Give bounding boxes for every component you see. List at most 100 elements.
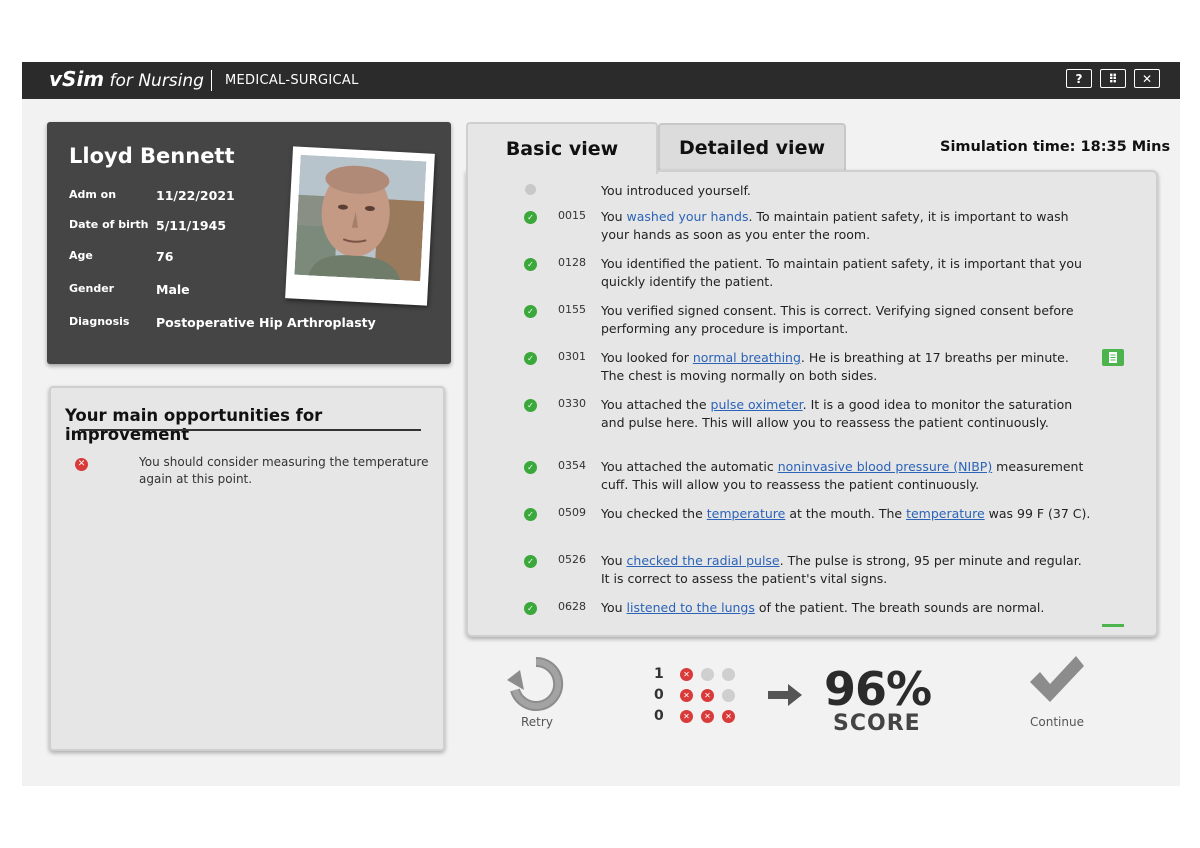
field-label-gender: Gender <box>69 282 115 295</box>
log-text: You checked the radial pulse. The pulse … <box>601 552 1091 588</box>
help-button[interactable]: ? <box>1066 69 1092 88</box>
log-text-part: You introduced yourself. <box>601 183 751 198</box>
checkmark-icon <box>1030 656 1084 702</box>
log-link[interactable]: checked the radial pulse <box>627 553 780 568</box>
log-text-part: You verified signed consent. This is cor… <box>601 303 1074 336</box>
log-link[interactable]: normal breathing <box>693 350 801 365</box>
log-time: 0301 <box>558 350 586 363</box>
retry-button[interactable] <box>506 656 566 715</box>
error-dot-icon: ✕ <box>680 710 693 723</box>
arrow-right-icon <box>768 684 802 706</box>
log-time: 0354 <box>558 459 586 472</box>
section-title: MEDICAL-SURGICAL <box>225 73 359 88</box>
activity-log[interactable]: You introduced yourself. ✓ 0015 You washed … <box>466 170 1158 637</box>
improvement-item: You should consider measuring the temper… <box>139 455 429 486</box>
field-label-dob: Date of birth <box>69 218 149 231</box>
field-label-diagnosis: Diagnosis <box>69 315 130 328</box>
fullscreen-icon: ⠿ <box>1108 71 1118 86</box>
log-time: 0330 <box>558 397 586 410</box>
log-text: You checked the temperature at the mouth… <box>601 505 1091 523</box>
log-text: You attached the automatic noninvasive b… <box>601 458 1091 494</box>
fullscreen-button[interactable]: ⠿ <box>1100 69 1126 88</box>
close-button[interactable]: ✕ <box>1134 69 1160 88</box>
app-window: vSim for Nursing MEDICAL-SURGICAL ? ⠿ ✕ … <box>22 62 1180 786</box>
result-count: 0 <box>654 708 664 724</box>
error-dot-icon: ✕ <box>680 689 693 702</box>
log-link[interactable]: washed your hands <box>627 209 749 224</box>
log-time: 0155 <box>558 303 586 316</box>
log-text: You washed your hands. To maintain patie… <box>601 208 1091 244</box>
log-text-part: You checked the <box>601 506 707 521</box>
check-circle-icon: ✓ <box>524 508 537 521</box>
empty-dot-icon <box>722 668 735 681</box>
log-link[interactable]: noninvasive blood pressure (NIBP) <box>778 459 992 474</box>
log-time: 0015 <box>558 209 586 222</box>
log-time: 0526 <box>558 553 586 566</box>
log-link[interactable]: temperature <box>707 506 786 521</box>
error-dot-icon: ✕ <box>701 689 714 702</box>
simulation-time: Simulation time: 18:35 Mins <box>940 139 1171 155</box>
log-link[interactable]: pulse oximeter <box>711 397 803 412</box>
patient-card: Lloyd Bennett Adm on 11/22/2021 Date of … <box>47 122 451 364</box>
result-count: 1 <box>654 666 664 682</box>
error-dot-icon: ✕ <box>680 668 693 681</box>
continue-label[interactable]: Continue <box>1030 715 1084 729</box>
patient-photo <box>285 146 435 306</box>
close-icon: ✕ <box>1141 71 1153 86</box>
result-count: 0 <box>654 687 664 703</box>
app-logo: vSim for Nursing <box>49 67 204 91</box>
improvement-panel: Your main opportunities for improvement … <box>49 386 445 751</box>
log-text: You attached the pulse oximeter. It is a… <box>601 396 1091 432</box>
log-text-part: You looked for <box>601 350 693 365</box>
field-value-gender: Male <box>156 282 190 297</box>
log-text-part: You <box>601 209 627 224</box>
check-circle-icon: ✓ <box>524 211 537 224</box>
log-text: You listened to the lungs of the patient… <box>601 599 1091 617</box>
scroll-indicator[interactable] <box>1102 624 1124 627</box>
continue-button[interactable] <box>1028 656 1086 707</box>
error-icon: ✕ <box>75 458 88 471</box>
check-circle-icon: ✓ <box>524 399 537 412</box>
help-icon: ? <box>1075 71 1083 86</box>
empty-dot-icon <box>701 668 714 681</box>
log-text-part: You attached the <box>601 397 711 412</box>
retry-label[interactable]: Retry <box>521 715 553 729</box>
title-underline <box>79 429 421 431</box>
log-time: 0509 <box>558 506 586 519</box>
field-value-dob: 5/11/1945 <box>156 218 227 233</box>
score-label: SCORE <box>833 711 921 736</box>
check-circle-icon: ✓ <box>524 352 537 365</box>
log-text: You introduced yourself. <box>601 182 1091 200</box>
log-text-part: at the mouth. The <box>785 506 907 521</box>
top-bar: vSim for Nursing MEDICAL-SURGICAL ? ⠿ ✕ <box>22 62 1180 99</box>
log-text: You verified signed consent. This is cor… <box>601 302 1091 338</box>
log-link[interactable]: temperature <box>906 506 985 521</box>
check-circle-icon: ✓ <box>524 555 537 568</box>
log-time: 0128 <box>558 256 586 269</box>
log-text: You looked for normal breathing. He is b… <box>601 349 1091 385</box>
error-dot-icon: ✕ <box>701 710 714 723</box>
log-link[interactable]: listened to the lungs <box>627 600 755 615</box>
check-circle-icon: ✓ <box>524 258 537 271</box>
field-value-diagnosis: Postoperative Hip Arthroplasty <box>156 315 376 330</box>
log-text-part: You <box>601 600 627 615</box>
log-time: 0628 <box>558 600 586 613</box>
check-circle-icon: ✓ <box>524 305 537 318</box>
tab-detailed-view[interactable]: Detailed view <box>658 123 846 171</box>
neutral-dot-icon <box>525 184 536 195</box>
brand-divider <box>211 70 212 91</box>
check-circle-icon: ✓ <box>524 461 537 474</box>
field-value-age: 76 <box>156 249 174 264</box>
log-text-part: was 99 F (37 C). <box>984 506 1091 521</box>
log-text: You identified the patient. To maintain … <box>601 255 1091 291</box>
score-value: 96% <box>824 662 932 716</box>
error-dot-icon: ✕ <box>722 710 735 723</box>
log-text-part: of the patient. The breath sounds are no… <box>754 600 1045 615</box>
log-text-part: You <box>601 553 627 568</box>
improvement-title: Your main opportunities for improvement <box>65 406 323 444</box>
note-icon[interactable] <box>1102 349 1124 366</box>
patient-name: Lloyd Bennett <box>69 144 235 168</box>
tab-basic-view[interactable]: Basic view <box>466 122 658 174</box>
log-text-part: You attached the automatic <box>601 459 778 474</box>
field-value-adm: 11/22/2021 <box>156 188 235 203</box>
